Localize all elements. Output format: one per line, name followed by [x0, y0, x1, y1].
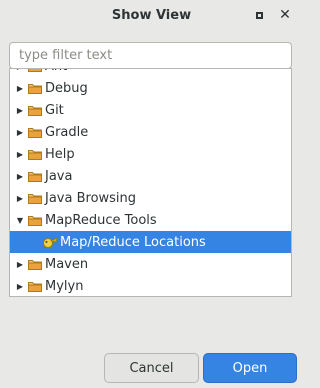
- filter-input[interactable]: [9, 42, 292, 69]
- folder-icon: [28, 149, 42, 160]
- tree-folder-item[interactable]: ▶ Maven: [10, 253, 291, 275]
- title-bar: Show View ✕: [0, 0, 303, 30]
- collapsed-arrow-icon[interactable]: ▶: [13, 106, 27, 115]
- collapsed-arrow-icon[interactable]: ▶: [13, 84, 27, 93]
- maximize-button[interactable]: [250, 6, 268, 24]
- collapsed-arrow-icon[interactable]: ▶: [13, 282, 27, 291]
- views-tree[interactable]: ▶ Ant ▶ Debug ▶ Git ▶ Gradle ▶ Help ▶ Java ▶ Java Bro…: [9, 68, 292, 297]
- mapreduce-elephant-icon: [42, 235, 58, 249]
- folder-icon: [28, 83, 42, 94]
- expanded-arrow-icon[interactable]: ▼: [13, 216, 27, 225]
- tree-item-label: Debug: [45, 80, 88, 96]
- tree-folder-item[interactable]: ▶ Gradle: [10, 121, 291, 143]
- show-view-dialog: Show View ✕ ▶ Ant ▶ Debug ▶ Git ▶ Gradle ▶ Help ▶ J…: [0, 0, 303, 388]
- cancel-button[interactable]: Cancel: [104, 353, 199, 383]
- folder-icon: [28, 281, 42, 292]
- tree-folder-item[interactable]: ▶ Debug: [10, 77, 291, 99]
- tree-item-label: MapReduce Tools: [45, 212, 157, 228]
- tree-item-label: Gradle: [45, 124, 89, 140]
- folder-icon: [28, 127, 42, 138]
- tree-folder-item[interactable]: ▶ Git: [10, 99, 291, 121]
- tree-child-item[interactable]: Map/Reduce Locations: [10, 231, 291, 253]
- tree-item-label: Git: [45, 102, 64, 118]
- tree-item-label: Mylyn: [45, 278, 84, 294]
- collapsed-arrow-icon[interactable]: ▶: [13, 128, 27, 137]
- tree-item-label: Java Browsing: [45, 190, 137, 206]
- tree-folder-item[interactable]: ▼ MapReduce Tools: [10, 209, 291, 231]
- tree-folder-item[interactable]: ▶ Java: [10, 165, 291, 187]
- collapsed-arrow-icon[interactable]: ▶: [13, 172, 27, 181]
- close-button[interactable]: ✕: [276, 6, 294, 24]
- tree-item-label: Help: [45, 146, 75, 162]
- tree-folder-item[interactable]: ▶ Help: [10, 143, 291, 165]
- tree-item-label: Ant: [45, 69, 67, 74]
- tree-folder-item[interactable]: ▶ Java Browsing: [10, 187, 291, 209]
- tree-item-label: Java: [45, 168, 73, 184]
- folder-icon: [28, 171, 42, 182]
- folder-icon: [28, 105, 42, 116]
- tree-rows: ▶ Ant ▶ Debug ▶ Git ▶ Gradle ▶ Help ▶ Java ▶ Java Bro…: [10, 69, 291, 296]
- folder-icon: [28, 259, 42, 270]
- tree-folder-item[interactable]: ▶ Mylyn: [10, 275, 291, 296]
- collapsed-arrow-icon[interactable]: ▶: [13, 69, 27, 71]
- tree-folder-item[interactable]: ▶ Ant: [10, 69, 291, 77]
- collapsed-arrow-icon[interactable]: ▶: [13, 150, 27, 159]
- folder-icon: [28, 69, 42, 72]
- collapsed-arrow-icon[interactable]: ▶: [13, 194, 27, 203]
- folder-icon: [28, 193, 42, 204]
- folder-icon: [28, 215, 42, 226]
- maximize-icon: [255, 11, 263, 19]
- close-icon: ✕: [279, 7, 291, 23]
- tree-item-label: Maven: [45, 256, 89, 272]
- open-button[interactable]: Open: [203, 353, 297, 383]
- tree-item-label: Map/Reduce Locations: [60, 234, 206, 250]
- dialog-title: Show View: [111, 7, 192, 23]
- collapsed-arrow-icon[interactable]: ▶: [13, 260, 27, 269]
